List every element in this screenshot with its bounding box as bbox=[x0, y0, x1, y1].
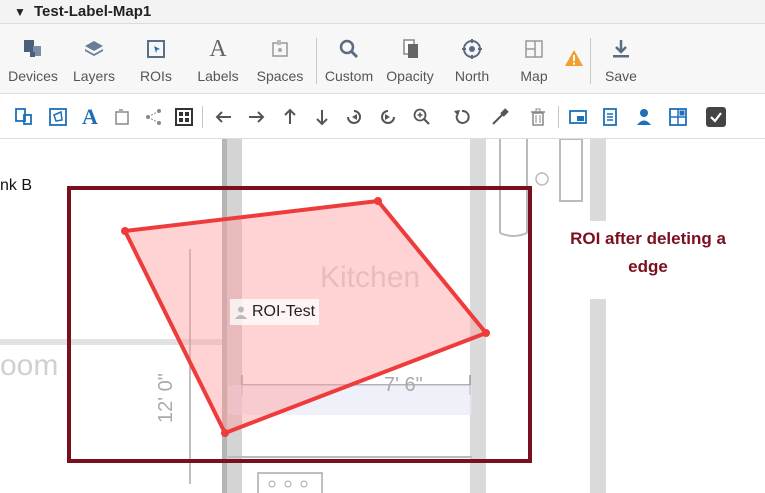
spaces-icon bbox=[267, 36, 293, 62]
custom-button[interactable]: Custom bbox=[322, 24, 376, 92]
left-room-fragment: oom bbox=[0, 349, 58, 382]
map-canvas[interactable]: Kitchen oom 7' 6" 12' 0" nk B ROI-Test R… bbox=[0, 139, 765, 493]
roi-vertex[interactable] bbox=[482, 329, 490, 337]
window-title: Test-Label-Map1 bbox=[34, 3, 152, 20]
north-button[interactable]: North bbox=[448, 24, 496, 92]
rois-button[interactable]: ROIs bbox=[134, 24, 178, 92]
save-button[interactable]: Save bbox=[598, 24, 644, 92]
zoom-in-icon[interactable] bbox=[410, 105, 434, 129]
main-toolbar: Devices Layers ROIs A Labels Spaces Cust… bbox=[0, 24, 765, 94]
user-icon[interactable] bbox=[632, 105, 656, 129]
warning-icon[interactable] bbox=[564, 48, 584, 68]
share-icon[interactable] bbox=[142, 105, 166, 129]
rotate-left-icon[interactable] bbox=[342, 105, 366, 129]
window-icon[interactable] bbox=[566, 105, 590, 129]
toolbar-divider bbox=[202, 106, 203, 128]
devices-button[interactable]: Devices bbox=[6, 24, 60, 92]
grid-icon[interactable] bbox=[172, 105, 196, 129]
map-icon bbox=[521, 36, 547, 62]
floor-plan: Kitchen oom 7' 6" 12' 0" bbox=[0, 139, 606, 493]
dimension-vertical: 12' 0" bbox=[155, 373, 177, 423]
layers-icon bbox=[81, 36, 107, 62]
arrow-right-icon[interactable] bbox=[244, 105, 268, 129]
layout-icon[interactable] bbox=[666, 105, 690, 129]
collapse-triangle-icon[interactable]: ▼ bbox=[14, 5, 26, 19]
device-add-icon[interactable] bbox=[12, 105, 36, 129]
arrow-up-icon[interactable] bbox=[278, 105, 302, 129]
space-icon[interactable] bbox=[110, 105, 134, 129]
roi-icon bbox=[143, 36, 169, 62]
opacity-button[interactable]: Opacity bbox=[384, 24, 436, 92]
opacity-icon bbox=[397, 36, 423, 62]
text-icon[interactable]: A bbox=[78, 104, 102, 129]
roi-vertex[interactable] bbox=[374, 197, 382, 205]
save-icon bbox=[608, 36, 634, 62]
arrow-left-icon[interactable] bbox=[212, 105, 236, 129]
rotate-right-icon[interactable] bbox=[376, 105, 400, 129]
roi-edit-icon[interactable] bbox=[46, 105, 70, 129]
trash-icon[interactable] bbox=[526, 105, 550, 129]
toolbar-divider bbox=[590, 38, 591, 84]
layers-button[interactable]: Layers bbox=[70, 24, 118, 92]
roi-vertex[interactable] bbox=[221, 429, 229, 437]
roi-vertex[interactable] bbox=[121, 227, 129, 235]
partial-label: nk B bbox=[0, 177, 33, 194]
checkbox-icon[interactable] bbox=[704, 105, 728, 129]
search-icon bbox=[336, 36, 362, 62]
compass-icon bbox=[459, 36, 485, 62]
toolbar-divider bbox=[316, 38, 317, 84]
arrow-down-icon[interactable] bbox=[310, 105, 334, 129]
undo-icon[interactable] bbox=[450, 105, 474, 129]
spaces-button[interactable]: Spaces bbox=[254, 24, 306, 92]
window-title-bar: ▼ Test-Label-Map1 bbox=[0, 0, 765, 24]
labels-icon: A bbox=[209, 35, 227, 62]
dimension-horizontal: 7' 6" bbox=[384, 374, 423, 396]
user-icon bbox=[235, 306, 247, 319]
toolbar-divider bbox=[558, 106, 559, 128]
roi-label[interactable]: ROI-Test bbox=[230, 299, 320, 325]
document-icon[interactable] bbox=[598, 105, 622, 129]
devices-icon bbox=[20, 36, 46, 62]
annotation-caption: ROI after deleting a edge bbox=[533, 221, 763, 299]
map-button[interactable]: Map bbox=[512, 24, 556, 92]
eyedropper-icon[interactable] bbox=[488, 105, 512, 129]
labels-button[interactable]: A Labels bbox=[192, 24, 244, 92]
secondary-toolbar: A bbox=[0, 95, 765, 139]
